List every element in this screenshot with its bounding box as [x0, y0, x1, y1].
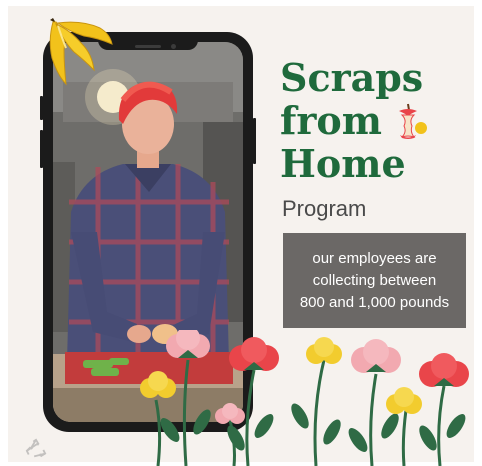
- phone-side-button: [40, 96, 43, 120]
- flowers-decoration: [140, 330, 469, 466]
- phone-camera: [171, 44, 176, 49]
- title-line-1: Scraps: [280, 55, 424, 100]
- apple-core-icon: [399, 103, 427, 139]
- phone-volume-button: [40, 130, 43, 168]
- program-subtitle: Program: [282, 196, 367, 221]
- banana-peel-icon: [49, 18, 113, 86]
- title-line-3: Home: [280, 141, 406, 186]
- recycle-icon: [25, 438, 47, 458]
- phone-speaker: [135, 45, 161, 48]
- phone-power-button: [253, 118, 256, 164]
- callout-text: our employees are collecting between 800…: [299, 249, 450, 311]
- callout-box: our employees are collecting between 800…: [283, 233, 466, 328]
